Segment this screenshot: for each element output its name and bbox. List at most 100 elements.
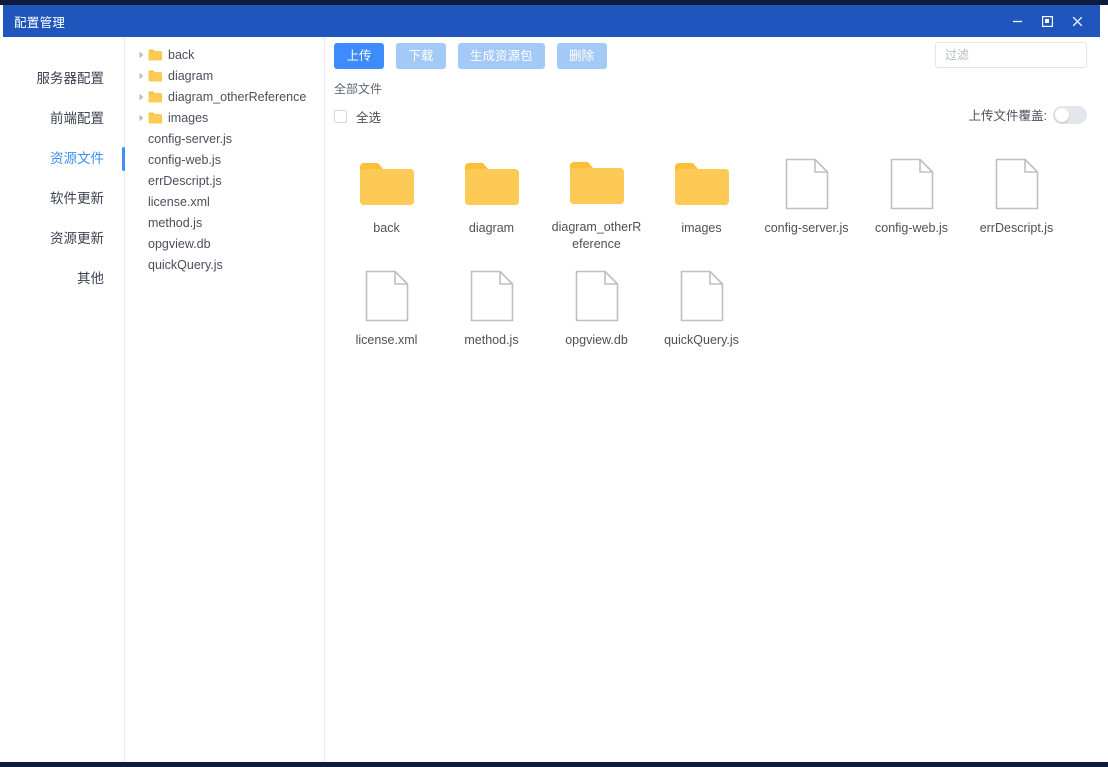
- folder-icon: [148, 91, 166, 103]
- folder-icon: [463, 157, 521, 211]
- filter-input[interactable]: [935, 42, 1087, 68]
- tree-item-label: diagram: [168, 68, 214, 83]
- file-grid-item[interactable]: diagram: [439, 149, 544, 253]
- tree-row[interactable]: back: [125, 44, 324, 65]
- file-icon: [890, 157, 934, 211]
- file-grid-item[interactable]: license.xml: [334, 261, 439, 365]
- select-all-row[interactable]: 全选: [334, 107, 381, 126]
- tree-row[interactable]: opgview.db: [125, 233, 324, 254]
- close-button[interactable]: [1062, 5, 1092, 37]
- file-item-label: images: [681, 221, 722, 235]
- file-icon: [995, 157, 1039, 211]
- tree-item-label: images: [168, 110, 209, 125]
- file-item-label: license.xml: [355, 333, 418, 347]
- select-all-checkbox[interactable]: [334, 110, 347, 123]
- upload-overwrite-label: 上传文件覆盖:: [968, 109, 1047, 123]
- desktop-background-top: [0, 0, 1108, 5]
- chevron-right-icon[interactable]: [134, 51, 148, 59]
- file-grid-item[interactable]: method.js: [439, 261, 544, 365]
- folder-icon: [148, 70, 166, 82]
- tree-row[interactable]: method.js: [125, 212, 324, 233]
- file-grid-item[interactable]: back: [334, 149, 439, 253]
- title-bar[interactable]: 配置管理: [3, 5, 1100, 37]
- sidebar-item-5[interactable]: 其他: [3, 259, 124, 299]
- file-grid-item[interactable]: opgview.db: [544, 261, 649, 365]
- upload-overwrite-toggle[interactable]: [1053, 105, 1087, 124]
- generate-package-button[interactable]: 生成资源包: [458, 43, 545, 69]
- sidebar-item-2[interactable]: 资源文件: [3, 139, 125, 179]
- tree-item-label: diagram_otherReference: [168, 89, 307, 104]
- desktop-background-bottom: [0, 762, 1108, 767]
- sidebar-item-label: 资源文件: [50, 151, 104, 166]
- sidebar-item-4[interactable]: 资源更新: [3, 219, 124, 259]
- file-icon: [575, 269, 619, 323]
- file-item-label: method.js: [464, 333, 519, 347]
- file-item-label: errDescript.js: [979, 221, 1054, 235]
- folder-icon: [148, 49, 166, 61]
- select-all-label: 全选: [356, 111, 382, 125]
- file-grid-item[interactable]: config-server.js: [754, 149, 859, 253]
- file-tree-panel[interactable]: back diagram diagram_otherReferenceimages c…: [125, 37, 325, 762]
- window-controls: [1002, 5, 1100, 37]
- sidebar-nav: 服务器配置前端配置资源文件软件更新资源更新其他: [3, 37, 125, 762]
- breadcrumb: 全部文件: [334, 82, 383, 96]
- file-icon: [680, 269, 724, 323]
- config-management-window: 配置管理 服务器配置前端配置资源文件软件更新资源更新其他 back diagram: [0, 0, 1108, 767]
- minimize-button[interactable]: [1002, 5, 1032, 37]
- file-icon: [785, 157, 829, 211]
- upload-button[interactable]: 上传: [334, 43, 384, 69]
- tree-row[interactable]: config-web.js: [125, 149, 324, 170]
- file-item-label: diagram: [468, 221, 515, 235]
- file-grid-item[interactable]: images: [649, 149, 754, 253]
- tree-row[interactable]: errDescript.js: [125, 170, 324, 191]
- sidebar-item-label: 服务器配置: [36, 71, 105, 86]
- tree-row[interactable]: images: [125, 107, 324, 128]
- folder-icon: [358, 157, 416, 211]
- file-item-label: config-server.js: [764, 221, 849, 235]
- tree-item-label: back: [168, 47, 195, 62]
- file-grid: back diagram diagram_otherReference images c…: [334, 141, 1092, 762]
- tree-item-label: license.xml: [148, 194, 210, 209]
- maximize-button[interactable]: [1032, 5, 1062, 37]
- tree-item-label: config-web.js: [148, 152, 221, 167]
- sidebar-item-1[interactable]: 前端配置: [3, 99, 124, 139]
- sidebar-item-label: 软件更新: [50, 191, 104, 206]
- toggle-knob: [1055, 107, 1069, 122]
- sidebar-item-0[interactable]: 服务器配置: [3, 59, 124, 99]
- window-body: 服务器配置前端配置资源文件软件更新资源更新其他 back diagram diagr…: [3, 37, 1100, 762]
- sidebar-item-label: 其他: [77, 271, 104, 286]
- file-item-label: back: [373, 221, 400, 235]
- folder-icon: [148, 112, 166, 124]
- tree-row[interactable]: quickQuery.js: [125, 254, 324, 275]
- tree-row[interactable]: license.xml: [125, 191, 324, 212]
- main-content: 上传 下载 生成资源包 删除 全部文件 全选 上传文件覆盖: back diagr…: [325, 37, 1100, 762]
- file-icon: [470, 269, 514, 323]
- tree-row[interactable]: diagram: [125, 65, 324, 86]
- chevron-right-icon[interactable]: [134, 114, 148, 122]
- folder-icon: [568, 157, 626, 210]
- tree-item-label: errDescript.js: [148, 173, 222, 188]
- chevron-right-icon[interactable]: [134, 72, 148, 80]
- sidebar-item-label: 前端配置: [50, 111, 104, 126]
- folder-icon: [673, 157, 731, 211]
- chevron-right-icon[interactable]: [134, 93, 148, 101]
- tree-item-label: opgview.db: [148, 236, 211, 251]
- tree-row[interactable]: diagram_otherReference: [125, 86, 324, 107]
- tree-item-label: quickQuery.js: [148, 257, 223, 272]
- window-title: 配置管理: [14, 15, 66, 30]
- tree-item-label: method.js: [148, 215, 203, 230]
- download-button[interactable]: 下载: [396, 43, 446, 69]
- file-icon: [365, 269, 409, 323]
- file-grid-item[interactable]: diagram_otherReference: [544, 149, 649, 253]
- delete-button[interactable]: 删除: [556, 43, 607, 69]
- sidebar-item-3[interactable]: 软件更新: [3, 179, 124, 219]
- file-item-label: diagram_otherReference: [551, 220, 642, 251]
- tree-item-label: config-server.js: [148, 131, 233, 146]
- file-item-label: opgview.db: [565, 333, 628, 347]
- file-grid-item[interactable]: config-web.js: [859, 149, 964, 253]
- file-grid-item[interactable]: errDescript.js: [964, 149, 1069, 253]
- upload-overwrite-row: 上传文件覆盖:: [969, 105, 1087, 124]
- file-grid-item[interactable]: quickQuery.js: [649, 261, 754, 365]
- tree-row[interactable]: config-server.js: [125, 128, 324, 149]
- file-item-label: quickQuery.js: [664, 333, 739, 347]
